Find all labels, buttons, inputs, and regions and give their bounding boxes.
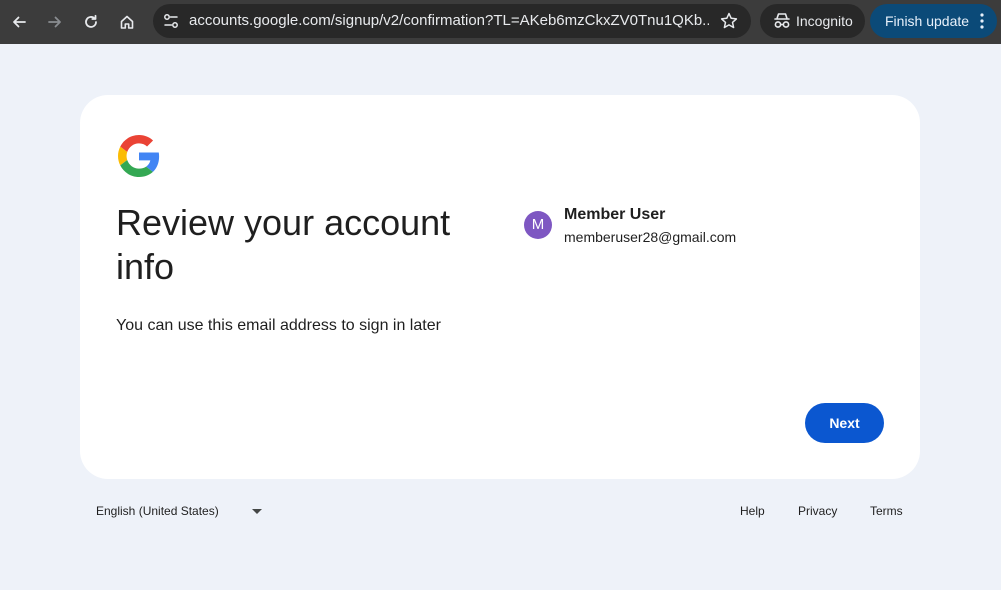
account-email: memberuser28@gmail.com	[564, 229, 737, 245]
google-logo	[118, 135, 160, 177]
footer-link-privacy[interactable]: Privacy	[798, 500, 837, 522]
address-bar[interactable]: accounts.google.com/signup/v2/confirmati…	[153, 4, 751, 38]
home-button[interactable]	[113, 8, 141, 36]
finish-update-label: Finish update	[885, 13, 970, 29]
back-button[interactable]	[5, 8, 33, 36]
account-review-card: Review your account info You can use thi…	[80, 95, 920, 479]
reload-icon	[85, 14, 97, 28]
next-button[interactable]: Next	[805, 403, 884, 443]
account-chip: M Member User memberuser28@gmail.com	[524, 205, 864, 249]
incognito-icon	[774, 13, 790, 28]
page-title: Review your account info	[116, 202, 451, 287]
finish-update-button[interactable]: Finish update	[870, 4, 997, 38]
incognito-indicator[interactable]: Incognito	[760, 4, 865, 38]
incognito-label: Incognito	[796, 13, 853, 29]
more-options-icon	[980, 13, 984, 29]
back-arrow-icon	[13, 16, 26, 28]
footer-link-terms[interactable]: Terms	[870, 500, 903, 522]
reload-button[interactable]	[77, 8, 105, 36]
site-settings-icon[interactable]	[161, 11, 181, 31]
home-icon	[120, 15, 134, 29]
avatar: M	[524, 211, 552, 239]
forward-arrow-icon	[48, 16, 61, 28]
language-label: English (United States)	[96, 504, 219, 518]
url-text[interactable]: accounts.google.com/signup/v2/confirmati…	[189, 4, 709, 38]
caret-down-icon	[252, 509, 262, 514]
language-selector[interactable]: English (United States)	[96, 500, 272, 522]
footer-link-help[interactable]: Help	[740, 500, 765, 522]
bookmark-star-icon[interactable]	[719, 11, 739, 31]
account-name: Member User	[564, 206, 666, 223]
page-subtitle: You can use this email address to sign i…	[116, 317, 441, 334]
browser-toolbar: accounts.google.com/signup/v2/confirmati…	[0, 0, 1001, 44]
forward-button[interactable]	[41, 8, 69, 36]
